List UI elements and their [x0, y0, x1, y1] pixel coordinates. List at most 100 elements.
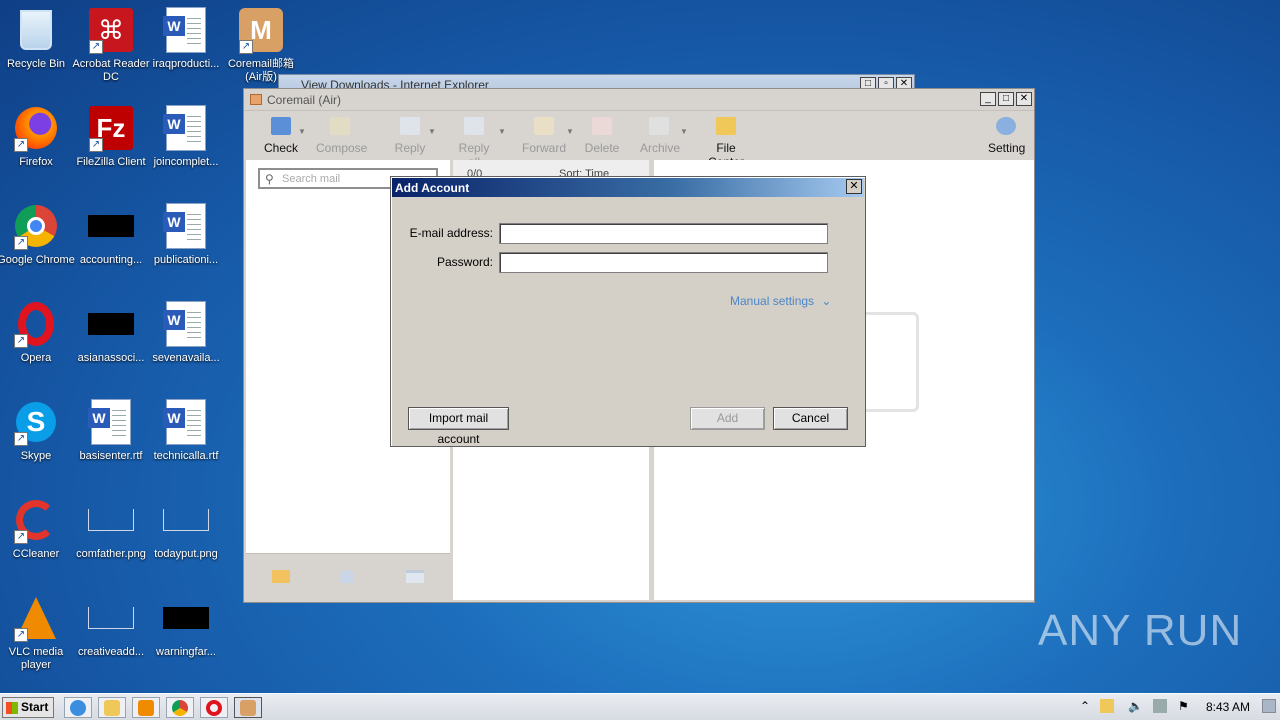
- password-label: Password:: [436, 255, 493, 269]
- opera-icon: ↗: [12, 300, 60, 348]
- skype-icon: S ↗: [12, 398, 60, 446]
- start-label: Start: [21, 700, 49, 714]
- desktop-icon-opera[interactable]: ↗ Opera: [0, 300, 75, 365]
- network-icon[interactable]: [1153, 699, 1167, 713]
- blacked-file-icon: [87, 300, 135, 348]
- ie-icon: [70, 699, 86, 716]
- desktop-icon-basisenter[interactable]: W basisenter.rtf: [72, 398, 150, 463]
- blacked-file-icon: [87, 202, 135, 250]
- delete-icon: [592, 117, 612, 135]
- archive-button[interactable]: Archive ▼: [640, 117, 688, 155]
- desktop-icon-label: Skype: [20, 450, 52, 462]
- start-button[interactable]: Start: [2, 697, 54, 718]
- forward-dropdown-icon[interactable]: ▼: [566, 127, 574, 136]
- taskbar-chrome[interactable]: [166, 697, 194, 718]
- desktop-icon-skype[interactable]: S ↗ Skype: [0, 398, 75, 463]
- taskbar-media-player[interactable]: [132, 697, 160, 718]
- show-desktop-button[interactable]: [1262, 699, 1276, 713]
- tray-expand-icon[interactable]: ⌃: [1080, 699, 1090, 713]
- add-account-dialog: Add Account ✕ E-mail address: Password: …: [390, 176, 866, 447]
- taskbar-ie[interactable]: [64, 697, 92, 718]
- taskbar-opera[interactable]: [200, 697, 228, 718]
- import-mail-account-button[interactable]: Import mail account: [408, 407, 509, 446]
- setting-label: Setting: [988, 141, 1026, 155]
- filezilla-icon: Fz ↗: [87, 104, 135, 152]
- delete-button[interactable]: Delete: [584, 117, 620, 155]
- minimize-button[interactable]: _: [980, 92, 996, 106]
- close-button[interactable]: ✕: [1016, 92, 1032, 106]
- password-field[interactable]: [499, 252, 828, 273]
- image-file-icon: [162, 496, 210, 544]
- reply-all-dropdown-icon[interactable]: ▼: [498, 127, 506, 136]
- desktop-icon-ccleaner[interactable]: ↗ CCleaner: [0, 496, 75, 561]
- reply-button[interactable]: Reply ▼: [394, 117, 436, 155]
- contacts-icon[interactable]: [340, 570, 354, 583]
- dialog-titlebar[interactable]: Add Account ✕: [392, 178, 864, 197]
- desktop-icon-sevenavaila[interactable]: W sevenavaila...: [147, 300, 225, 365]
- desktop-icon-recycle-bin[interactable]: Recycle Bin: [0, 6, 75, 71]
- desktop-icon-accounting[interactable]: accounting...: [72, 202, 150, 267]
- dialog-close-button[interactable]: ✕: [846, 179, 862, 194]
- forward-label: Forward: [522, 141, 567, 155]
- manual-settings-label: Manual settings: [730, 294, 815, 308]
- desktop-icon-label: asianassoci...: [77, 352, 145, 364]
- desktop-icon-asianassoci[interactable]: asianassoci...: [72, 300, 150, 365]
- recycle-bin-icon: [12, 6, 60, 54]
- compose-button[interactable]: Compose: [316, 117, 367, 155]
- desktop-icon-todayput[interactable]: todayput.png: [147, 496, 225, 561]
- anyrun-watermark: ANY RUN: [1038, 606, 1243, 655]
- desktop-icon-label: Google Chrome: [0, 254, 75, 266]
- maximize-button[interactable]: □: [998, 92, 1014, 106]
- desktop-icon-joincomplet[interactable]: W joincomplet...: [147, 104, 225, 169]
- desktop-icon-chrome[interactable]: ↗ Google Chrome: [0, 202, 75, 267]
- action-center-flag-icon[interactable]: ⚑: [1178, 699, 1189, 713]
- desktop-icon-iraqproducti[interactable]: W iraqproducti...: [147, 6, 225, 71]
- desktop-icon-creativeadd[interactable]: creativeadd...: [72, 594, 150, 659]
- email-field[interactable]: [499, 223, 828, 244]
- check-dropdown-icon[interactable]: ▼: [298, 127, 306, 136]
- desktop-icon-acrobat[interactable]: ⌘ ↗ Acrobat Reader DC: [72, 6, 150, 84]
- delete-label: Delete: [584, 141, 620, 155]
- desktop-icon-firefox[interactable]: ↗ Firefox: [0, 104, 75, 169]
- search-input[interactable]: Search mail: [282, 173, 340, 185]
- opera-icon: [206, 699, 222, 716]
- cancel-button[interactable]: Cancel: [773, 407, 848, 430]
- taskbar-explorer[interactable]: [98, 697, 126, 718]
- desktop-icon-label: technicalla.rtf: [153, 450, 219, 462]
- tray-app-icon[interactable]: [1100, 699, 1114, 713]
- calendar-icon[interactable]: [406, 570, 424, 583]
- desktop-icon-publicationi[interactable]: W publicationi...: [147, 202, 225, 267]
- folder-icon: [104, 699, 120, 716]
- coremail-icon: [240, 699, 256, 716]
- mail-icon[interactable]: [272, 570, 290, 583]
- manual-settings-link[interactable]: Manual settings ⌄: [730, 294, 831, 308]
- clock[interactable]: 8:43 AM: [1206, 700, 1250, 714]
- chevron-down-icon: ⌄: [821, 294, 832, 308]
- desktop-icon-label: Firefox: [19, 156, 53, 168]
- volume-icon[interactable]: 🔈: [1128, 699, 1143, 713]
- chrome-icon: ↗: [12, 202, 60, 250]
- desktop-icon-label: accounting...: [79, 254, 143, 266]
- coremail-icon: M ↗: [237, 6, 285, 54]
- reply-dropdown-icon[interactable]: ▼: [428, 127, 436, 136]
- desktop-icon-label: VLC media player: [8, 646, 64, 671]
- word-doc-icon: W: [162, 398, 210, 446]
- blacked-file-icon: [162, 594, 210, 642]
- archive-dropdown-icon[interactable]: ▼: [680, 127, 688, 136]
- check-button[interactable]: Check ▼: [264, 117, 306, 155]
- desktop-icon-technicalla[interactable]: W technicalla.rtf: [147, 398, 225, 463]
- taskbar-coremail[interactable]: [234, 697, 262, 718]
- coremail-title: Coremail (Air): [267, 93, 342, 107]
- desktop-icon-vlc[interactable]: ↗ VLC media player: [0, 594, 75, 672]
- desktop-icon-coremail[interactable]: M ↗ Coremail邮箱 (Air版): [222, 6, 300, 84]
- desktop-icon-comfather[interactable]: comfather.png: [72, 496, 150, 561]
- desktop-icon-label: basisenter.rtf: [79, 450, 143, 462]
- coremail-titlebar[interactable]: Coremail (Air) _ □ ✕: [244, 89, 1034, 111]
- desktop-icon-filezilla[interactable]: Fz ↗ FileZilla Client: [72, 104, 150, 169]
- setting-button[interactable]: Setting: [988, 117, 1026, 155]
- coremail-app-icon: [250, 94, 262, 105]
- desktop-icon-warningfar[interactable]: warningfar...: [147, 594, 225, 659]
- add-button[interactable]: Add: [690, 407, 765, 430]
- forward-button[interactable]: Forward ▼: [522, 117, 574, 155]
- taskbar: Start ⌃ 🔈 ⚑ 8:43 AM: [0, 693, 1280, 720]
